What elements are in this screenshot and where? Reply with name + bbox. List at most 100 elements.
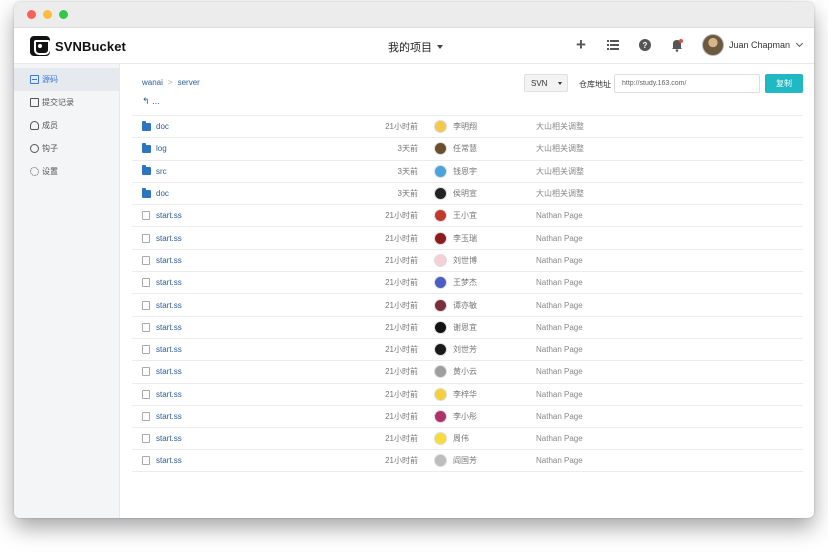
table-row[interactable]: start.ss 21小时前 谢恩宜 Nathan Page [132, 315, 803, 338]
breadcrumb-separator-icon: > [167, 78, 173, 87]
file-name-link[interactable]: start.ss [156, 256, 182, 265]
file-name-link[interactable]: start.ss [156, 234, 182, 243]
commit-message: Nathan Page [536, 345, 583, 355]
file-icon [142, 300, 150, 310]
repo-url-input[interactable] [614, 74, 760, 93]
author-name: 阎国芳 [453, 456, 477, 466]
commit-message: Nathan Page [536, 278, 583, 288]
author-avatar [434, 410, 447, 423]
author-name: 李小彤 [453, 412, 477, 421]
repo-address-label: 仓库地址 [579, 80, 611, 89]
copy-button[interactable]: 复制 [765, 74, 803, 93]
bell-icon[interactable] [670, 38, 684, 52]
project-menu[interactable]: 我的项目 [388, 39, 443, 55]
author-avatar [434, 120, 447, 134]
sidebar-item-members[interactable]: 成员 [14, 114, 119, 137]
folder-icon [142, 120, 151, 131]
file-time: 21小时前 [385, 345, 418, 355]
list-icon[interactable] [606, 38, 620, 52]
commit-message: Nathan Page [536, 389, 583, 399]
table-row[interactable]: src 3天前 钱恩宇 大山相关调整 [132, 159, 803, 182]
table-row[interactable]: start.ss 21小时前 刘世芳 Nathan Page [132, 337, 803, 360]
author-avatar [434, 298, 447, 312]
file-time: 21小时前 [385, 322, 418, 332]
user-menu[interactable]: Juan Chapman [702, 34, 804, 56]
breadcrumb-item-wanai[interactable]: wanai [142, 78, 163, 87]
file-icon [142, 367, 150, 377]
file-name-link[interactable]: src [156, 167, 167, 176]
table-row[interactable]: start.ss 21小时前 刘世博 Nathan Page [132, 248, 803, 271]
commit-message: 大山相关调整 [536, 189, 584, 199]
commit-message: Nathan Page [536, 412, 583, 421]
settings-icon [30, 167, 39, 176]
table-row[interactable]: start.ss 21小时前 阎国芳 Nathan Page [132, 449, 803, 472]
author-name: 李明翔 [453, 122, 477, 132]
table-row[interactable]: start.ss 21小时前 王梦杰 Nathan Page [132, 271, 803, 293]
file-time: 3天前 [397, 189, 418, 199]
breadcrumb-item-server[interactable]: server [178, 78, 200, 87]
chevron-down-icon [796, 39, 804, 48]
author-avatar [434, 320, 447, 334]
bucket-logo-icon [30, 36, 50, 56]
author-name: 李玉瑞 [453, 233, 477, 243]
file-table: doc 21小时前 李明翔 大山相关调整 log 3天前 任常慧 大山相关调整 src 3天前 钱恩… [132, 115, 803, 472]
table-row[interactable]: start.ss 21小时前 王小宜 Nathan Page [132, 204, 803, 226]
file-name-link[interactable]: start.ss [156, 412, 182, 421]
file-name-link[interactable]: start.ss [156, 211, 182, 220]
file-time: 21小时前 [385, 412, 418, 421]
table-row[interactable]: log 3天前 任常慧 大山相关调整 [132, 137, 803, 159]
author-avatar [434, 164, 447, 178]
sidebar-item-settings[interactable]: 设置 [14, 160, 119, 183]
table-row[interactable]: start.ss 21小时前 周伟 Nathan Page [132, 427, 803, 449]
commit-message: Nathan Page [536, 434, 583, 444]
close-window-button[interactable] [27, 10, 36, 19]
author-name: 李梓华 [453, 389, 477, 399]
table-row[interactable]: start.ss 21小时前 李小彤 Nathan Page [132, 404, 803, 427]
help-icon[interactable]: ? [638, 38, 652, 52]
minimize-window-button[interactable] [43, 10, 52, 19]
table-row[interactable]: start.ss 21小时前 黄小云 Nathan Page [132, 360, 803, 382]
top-navigation: SVNBucket 我的项目 + ? Juan Chapman [14, 28, 814, 64]
sidebar-item-hooks[interactable]: 钩子 [14, 137, 119, 160]
sidebar-item-source[interactable]: 源码 [14, 68, 119, 91]
sidebar: 源码 提交记录 成员 钩子 设置 [14, 64, 120, 518]
file-name-link[interactable]: start.ss [156, 390, 182, 399]
commit-message: Nathan Page [536, 456, 583, 466]
table-row[interactable]: doc 3天前 侯明宣 大山相关调整 [132, 181, 803, 204]
file-time: 21小时前 [385, 367, 418, 377]
sidebar-item-label: 源码 [42, 75, 58, 84]
file-name-link[interactable]: start.ss [156, 278, 182, 287]
file-name-link[interactable]: doc [156, 189, 169, 198]
file-name-link[interactable]: start.ss [156, 367, 182, 376]
file-name-link[interactable]: doc [156, 122, 169, 131]
file-name-link[interactable]: start.ss [156, 301, 182, 310]
sidebar-item-commits[interactable]: 提交记录 [14, 91, 119, 114]
file-name-link[interactable]: start.ss [156, 434, 182, 443]
table-row[interactable]: start.ss 21小时前 李玉瑞 Nathan Page [132, 226, 803, 248]
file-time: 21小时前 [385, 389, 418, 399]
maximize-window-button[interactable] [59, 10, 68, 19]
file-name-link[interactable]: start.ss [156, 456, 182, 465]
plus-icon[interactable]: + [574, 36, 588, 53]
repo-type-select[interactable]: SVN [524, 74, 568, 92]
main-content: wanai > server ↰ ... SVN 仓库地址 复制 doc 21小时… [132, 64, 804, 518]
author-name: 黄小云 [453, 367, 477, 377]
table-row[interactable]: start.ss 21小时前 李梓华 Nathan Page [132, 382, 803, 405]
sidebar-item-label: 成员 [42, 121, 58, 130]
file-name-link[interactable]: start.ss [156, 323, 182, 332]
back-link[interactable]: ↰ ... [142, 96, 160, 107]
table-row[interactable]: doc 21小时前 李明翔 大山相关调整 [132, 115, 803, 137]
author-avatar [434, 209, 447, 223]
sidebar-item-label: 提交记录 [42, 98, 74, 107]
author-name: 侯明宣 [453, 189, 477, 199]
file-time: 21小时前 [385, 456, 418, 466]
author-avatar [434, 253, 447, 267]
file-name-link[interactable]: start.ss [156, 345, 182, 354]
logo-text: SVNBucket [55, 38, 126, 54]
logo[interactable]: SVNBucket [30, 36, 126, 56]
table-row[interactable]: start.ss 21小时前 谭亦敏 Nathan Page [132, 293, 803, 315]
folder-icon [142, 165, 151, 176]
commit-message: Nathan Page [536, 233, 583, 243]
author-name: 王梦杰 [453, 278, 477, 288]
file-name-link[interactable]: log [156, 144, 167, 153]
